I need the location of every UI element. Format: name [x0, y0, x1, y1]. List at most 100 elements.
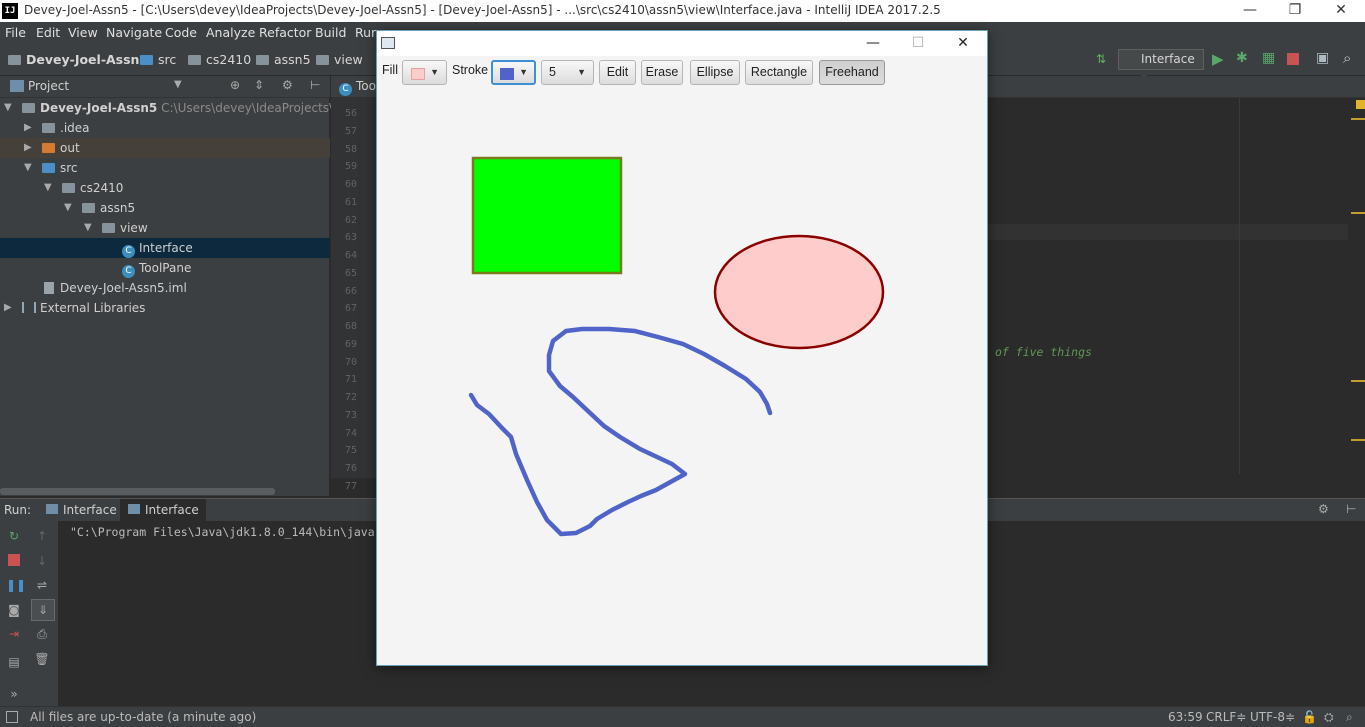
- drawn-ellipse[interactable]: [713, 234, 885, 350]
- paint-close-button[interactable]: ✕: [943, 33, 983, 53]
- warning-marker[interactable]: [1351, 212, 1365, 214]
- restore-button[interactable]: ❐: [1272, 0, 1318, 22]
- status-message: All files are up-to-date (a minute ago): [30, 710, 257, 724]
- breadcrumb-src[interactable]: src: [140, 52, 176, 67]
- ellipse-tool-button[interactable]: Ellipse: [690, 60, 740, 85]
- paint-maximize-button[interactable]: ☐: [898, 33, 938, 53]
- trash-icon[interactable]: 🗑: [34, 652, 50, 666]
- line-separator[interactable]: CRLF≑: [1206, 710, 1246, 724]
- gear-icon[interactable]: ⚙: [282, 78, 293, 92]
- scroll-to-end-icon[interactable]: ⇓: [31, 599, 55, 621]
- line-number: 77: [344, 481, 357, 492]
- chevron-right-icon[interactable]: ▶: [24, 138, 36, 158]
- layout-icon[interactable]: ▤: [6, 655, 22, 669]
- editor-tab-label: Too: [356, 79, 376, 93]
- freehand-tool-button[interactable]: Freehand: [819, 60, 885, 85]
- fill-color-picker[interactable]: ▼: [402, 60, 447, 85]
- print-icon[interactable]: ⎙: [34, 627, 50, 641]
- chevron-down-icon[interactable]: ▼: [174, 79, 182, 90]
- tree-item-out[interactable]: ▶ out: [0, 138, 330, 158]
- warning-marker[interactable]: [1351, 380, 1365, 382]
- close-button[interactable]: ✕: [1318, 0, 1364, 22]
- menu-build[interactable]: Build: [315, 25, 346, 40]
- horizontal-scrollbar[interactable]: [0, 488, 275, 495]
- drawn-rectangle[interactable]: [471, 156, 623, 275]
- up-arrow-icon[interactable]: ↑: [34, 529, 50, 543]
- menu-view[interactable]: View: [68, 25, 98, 40]
- tree-item-assn5[interactable]: ▼ assn5: [0, 198, 330, 218]
- chevron-down-icon[interactable]: ▼: [44, 178, 56, 198]
- build-icon[interactable]: ⇅: [1096, 52, 1106, 66]
- drawn-freehand-path[interactable]: [468, 326, 773, 537]
- soft-wrap-icon[interactable]: ⇌: [34, 578, 50, 592]
- inspector-icon[interactable]: ⛭: [1324, 710, 1334, 725]
- menu-code[interactable]: Code: [165, 25, 197, 40]
- tree-item-interface[interactable]: C Interface: [0, 238, 330, 258]
- hide-icon[interactable]: ⊢: [310, 78, 320, 92]
- warning-icon[interactable]: [1356, 100, 1365, 109]
- stop-icon[interactable]: [1287, 53, 1299, 65]
- tree-item-project-root[interactable]: ▼ Devey-Joel-Assn5 C:\Users\devey\IdeaPr…: [0, 98, 371, 118]
- stroke-width-select[interactable]: 5 ▼: [541, 60, 594, 85]
- tree-item-src[interactable]: ▼ src: [0, 158, 330, 178]
- pause-icon[interactable]: ❚❚: [6, 578, 26, 592]
- project-view-label[interactable]: Project: [28, 79, 69, 93]
- down-arrow-icon[interactable]: ↓: [34, 554, 50, 568]
- drawing-canvas[interactable]: [377, 92, 987, 665]
- tree-item-view[interactable]: ▼ view: [0, 218, 330, 238]
- debug-icon[interactable]: ✱: [1236, 50, 1248, 66]
- paint-minimize-button[interactable]: —: [853, 33, 893, 53]
- chevron-down-icon[interactable]: ▼: [64, 198, 76, 218]
- file-encoding[interactable]: UTF-8≑: [1250, 710, 1295, 724]
- warning-marker[interactable]: [1351, 439, 1365, 441]
- run-icon[interactable]: ▶: [1212, 50, 1224, 68]
- search-icon[interactable]: ⌕: [1346, 710, 1353, 725]
- chevron-down-icon[interactable]: ▼: [24, 158, 36, 178]
- exit-icon[interactable]: ⇥: [6, 627, 22, 641]
- run-config-select[interactable]: Interface ▾: [1118, 49, 1204, 85]
- tree-item-toolpane[interactable]: C ToolPane: [0, 258, 330, 278]
- search-icon[interactable]: ⌕: [1343, 49, 1351, 67]
- menu-analyze[interactable]: Analyze: [206, 25, 255, 40]
- menu-edit[interactable]: Edit: [36, 25, 60, 40]
- menu-refactor[interactable]: Refactor: [259, 25, 311, 40]
- editor-tab[interactable]: C Too: [339, 79, 376, 96]
- erase-tool-button[interactable]: Erase: [641, 60, 683, 85]
- stroke-color-picker[interactable]: ▼: [491, 60, 536, 85]
- chevron-right-icon[interactable]: ▶: [24, 118, 36, 138]
- more-icon[interactable]: »: [6, 687, 22, 701]
- target-icon[interactable]: ⊕: [230, 78, 240, 92]
- tree-item-idea[interactable]: ▶ .idea: [0, 118, 330, 138]
- chevron-down-icon[interactable]: ▼: [4, 98, 16, 118]
- camera-icon[interactable]: ◙: [6, 603, 22, 617]
- run-tab-interface-1[interactable]: Interface: [46, 503, 117, 517]
- chevron-right-icon[interactable]: ▶: [4, 298, 16, 318]
- chevron-down-icon[interactable]: ▼: [84, 218, 96, 238]
- rerun-icon[interactable]: ↻: [6, 529, 22, 543]
- hide-icon[interactable]: ⊢: [1346, 502, 1356, 516]
- run-tab-interface-2[interactable]: Interface: [120, 499, 206, 521]
- lock-icon[interactable]: 🔓: [1302, 710, 1317, 724]
- rectangle-tool-button[interactable]: Rectangle: [745, 60, 813, 85]
- breadcrumb-cs2410[interactable]: cs2410: [188, 52, 251, 67]
- coverage-icon[interactable]: ▦: [1262, 50, 1275, 66]
- tool-window-icon[interactable]: [6, 711, 18, 723]
- gear-icon[interactable]: ⚙: [1318, 502, 1329, 516]
- project-structure-icon[interactable]: ▣: [1316, 50, 1329, 66]
- tree-item-cs2410[interactable]: ▼ cs2410: [0, 178, 330, 198]
- menu-file[interactable]: File: [5, 25, 26, 40]
- menu-navigate[interactable]: Navigate: [106, 25, 162, 40]
- line-number: 70: [344, 357, 357, 368]
- caret-position[interactable]: 63:59: [1168, 710, 1203, 724]
- tree-item-iml[interactable]: Devey-Joel-Assn5.iml: [0, 278, 330, 298]
- breadcrumb-project[interactable]: Devey-Joel-Assn5: [8, 52, 148, 67]
- breadcrumb-assn5[interactable]: assn5: [256, 52, 311, 67]
- collapse-icon[interactable]: ⇕: [254, 78, 264, 92]
- stop-icon[interactable]: [6, 554, 22, 568]
- breadcrumb-view[interactable]: view: [316, 52, 363, 67]
- warning-marker[interactable]: [1351, 118, 1365, 120]
- edit-tool-button[interactable]: Edit: [599, 60, 636, 85]
- tree-item-external-libraries[interactable]: ▶ External Libraries: [0, 298, 330, 318]
- minimize-button[interactable]: —: [1227, 0, 1273, 22]
- fill-color-swatch: [411, 68, 425, 80]
